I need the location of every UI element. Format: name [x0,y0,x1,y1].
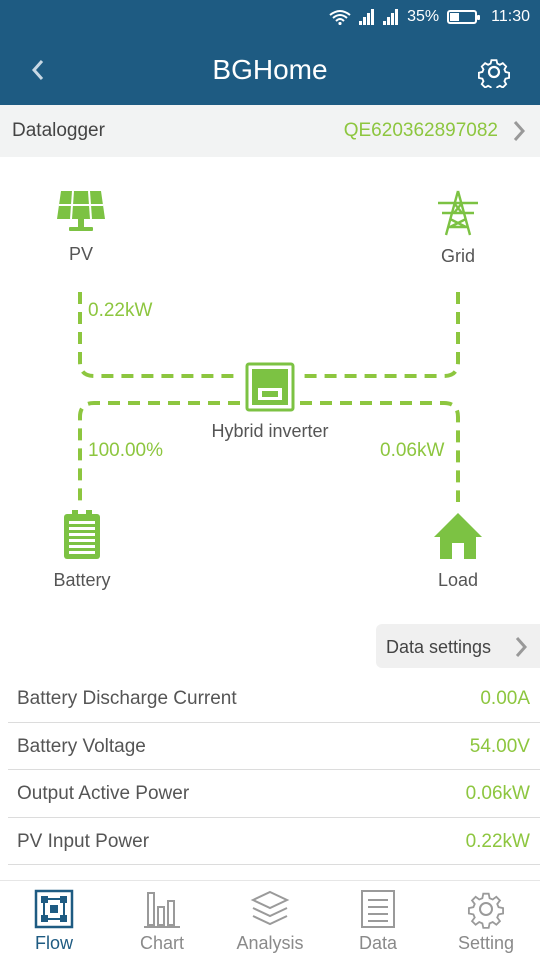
row-label: Output Active Power [17,783,190,804]
tab-label: Analysis [236,933,304,953]
data-icon [361,890,395,928]
row-value: 0.06kW [465,783,530,804]
datalogger-row[interactable]: Datalogger QE620362897082 [0,105,540,157]
datalogger-label: Datalogger [12,120,105,141]
solar-panel-icon [57,190,105,231]
list-item: Output Active Power 0.06kW [8,770,540,818]
row-label: Battery Voltage [17,735,146,757]
load-power-value: 0.06kW [380,440,445,461]
data-settings-button[interactable]: Data settings [376,624,540,668]
battery-status-icon [447,10,481,24]
list-item: Battery Voltage 54.00V [8,723,540,770]
list-item: Battery Discharge Current 0.00A [8,675,540,723]
tab-analysis[interactable]: Analysis [216,881,324,960]
page-title: BGHome [212,54,328,85]
inverter-icon [245,362,295,412]
load-node[interactable]: Load [420,511,496,591]
bottom-nav: Flow Chart Analysis Data Setting [0,880,540,960]
data-settings-label: Data settings [386,637,492,657]
tab-flow[interactable]: Flow [0,881,108,960]
tab-data[interactable]: Data [324,881,432,960]
inverter-label: Hybrid inverter [211,421,329,441]
pv-label: PV [68,244,93,264]
row-label: PV Input Power [17,830,150,852]
datalogger-serial: QE620362897082 [343,120,498,141]
settings-button[interactable] [474,52,514,92]
clock: 11:30 [491,8,530,25]
energy-flow-diagram: PV 0.22kW Grid Hybrid inverter 100.00% B… [0,157,540,617]
grid-node[interactable]: Grid [420,189,496,267]
status-bar: 35% 11:30 [0,0,540,38]
data-list: Battery Discharge Current 0.00A Battery … [8,675,540,865]
battery-label: Battery [53,570,111,590]
tab-setting[interactable]: Setting [432,881,540,960]
signal-icon [359,9,375,25]
pv-power-value: 0.22kW [88,300,153,321]
power-tower-icon [438,190,478,236]
list-item: PV Input Power 0.22kW [8,818,540,865]
chevron-right-icon [513,121,526,141]
battery-node[interactable]: Battery [40,509,124,591]
load-label: Load [437,570,479,590]
house-icon [434,513,482,559]
row-value: 0.00A [480,688,530,709]
tab-label: Setting [457,933,515,953]
row-value: 54.00V [469,735,530,757]
analysis-icon [250,890,290,926]
tab-label: Chart [139,933,184,953]
battery-icon [64,510,100,559]
tab-label: Flow [34,933,73,953]
tab-chart[interactable]: Chart [108,881,216,960]
app-header: BGHome [0,38,540,105]
battery-soc-value: 100.00% [88,440,164,461]
gear-icon [478,59,510,88]
chevron-right-icon [515,637,528,657]
pv-node[interactable]: PV [44,189,118,265]
row-label: Battery Discharge Current [17,688,237,709]
wifi-icon [329,10,351,25]
row-value: 0.22kW [465,830,530,852]
tab-label: Data [358,933,398,953]
inverter-node[interactable]: Hybrid inverter [200,362,340,442]
status-indicators: 35% 11:30 [329,8,530,26]
setting-icon [467,892,504,929]
battery-percent: 35% [407,8,440,25]
flow-icon [34,889,74,929]
signal-icon-2 [383,9,399,25]
chart-icon [144,892,180,928]
grid-label: Grid [440,246,475,266]
